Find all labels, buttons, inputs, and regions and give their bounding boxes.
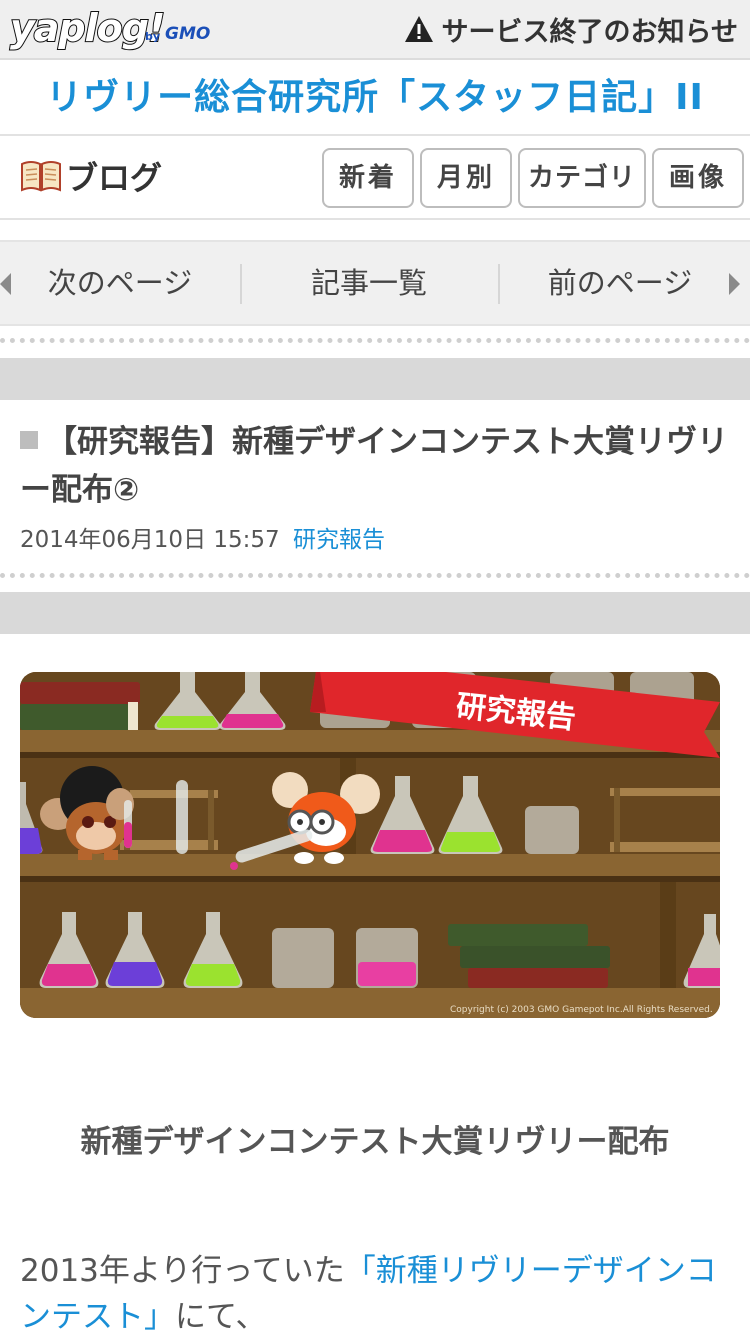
gray-band xyxy=(0,592,750,634)
article-title[interactable]: 【研究報告】新種デザインコンテスト大賞リヴリー配布② xyxy=(20,418,730,514)
blog-title[interactable]: リヴリー総合研究所「スタッフ日記」II xyxy=(0,62,750,136)
square-bullet-icon xyxy=(20,431,38,449)
prev-page-link[interactable]: 前のページ xyxy=(502,242,738,324)
logo-gmo-text: GMO xyxy=(165,24,211,44)
top-bar: yaplog! by GMO サービス終了のお知らせ xyxy=(0,0,750,60)
article-date: 2014年06月10日 15:57 xyxy=(20,527,280,553)
research-report-illustration: 研究報告 Copyright (c) 2003 GMO Gamepot Inc.… xyxy=(20,672,720,1018)
article-body: 2013年より行っていた「新種リヴリーデザインコンテスト」にて、 xyxy=(20,1248,732,1334)
dotted-divider xyxy=(0,338,750,343)
service-end-notice-link[interactable]: サービス終了のお知らせ xyxy=(404,11,738,48)
arrow-right-icon[interactable] xyxy=(729,273,740,295)
copyright-text: Copyright (c) 2003 GMO Gamepot Inc.All R… xyxy=(450,1005,713,1015)
article-subheading: 新種デザインコンテスト大賞リヴリー配布 xyxy=(80,1124,670,1160)
pager-divider xyxy=(240,264,242,304)
logo-wordmark: yaplog! xyxy=(9,5,166,51)
pager: 次のページ 記事一覧 前のページ xyxy=(0,240,750,326)
article-category-link[interactable]: 研究報告 xyxy=(293,527,385,553)
article-meta: 2014年06月10日 15:57 研究報告 xyxy=(20,520,385,554)
pager-divider xyxy=(498,264,500,304)
blog-section-label: ブログ xyxy=(20,156,163,197)
open-book-icon xyxy=(21,161,61,192)
article-list-link[interactable]: 記事一覧 xyxy=(244,242,494,324)
dotted-divider xyxy=(0,573,750,578)
lab-shelf-image: 研究報告 Copyright (c) 2003 GMO Gamepot Inc.… xyxy=(20,672,720,1018)
next-page-link[interactable]: 次のページ xyxy=(10,242,230,324)
blog-label-text: ブログ xyxy=(66,159,163,197)
logo-by-text: by xyxy=(145,30,161,43)
article-title-text: 【研究報告】新種デザインコンテスト大賞リヴリー配布② xyxy=(20,424,728,508)
warning-icon xyxy=(404,16,433,42)
tab-new[interactable]: 新着 xyxy=(322,148,414,208)
notice-label: サービス終了のお知らせ xyxy=(441,16,738,48)
tab-monthly[interactable]: 月別 xyxy=(420,148,512,208)
gray-band xyxy=(0,358,750,400)
tab-category[interactable]: カテゴリ xyxy=(518,148,646,208)
body-text-suffix: にて、 xyxy=(175,1299,267,1334)
blog-nav-bar: ブログ 新着 月別 カテゴリ 画像 xyxy=(0,138,750,220)
body-text-prefix: 2013年より行っていた xyxy=(20,1253,345,1289)
tab-images[interactable]: 画像 xyxy=(652,148,744,208)
